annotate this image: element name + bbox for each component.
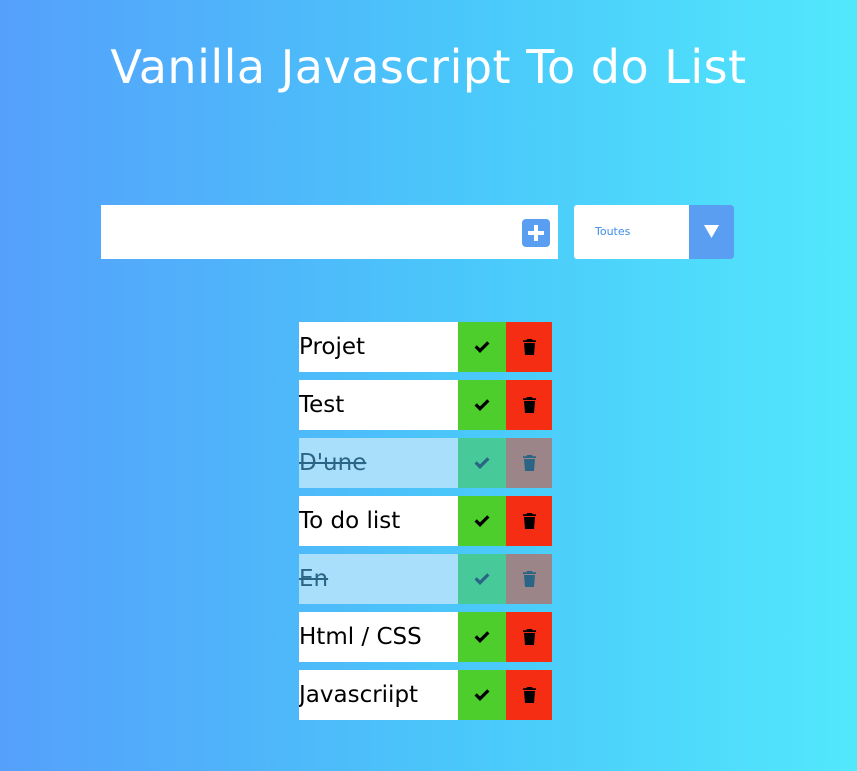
todo-item: Projet — [299, 322, 552, 372]
trash-icon — [522, 513, 536, 529]
delete-button[interactable] — [506, 670, 552, 720]
trash-icon — [522, 397, 536, 413]
plus-icon — [528, 225, 544, 241]
trash-icon — [522, 339, 536, 355]
todo-form: Toutes — [101, 205, 734, 259]
todo-text: Test — [299, 392, 345, 418]
todo-text: En — [299, 566, 329, 592]
filter-select[interactable]: Toutes — [574, 205, 734, 259]
delete-button[interactable] — [506, 554, 552, 604]
check-icon — [474, 573, 490, 585]
trash-icon — [522, 687, 536, 703]
todo-list: Projet Test D'une To do list En Html / C… — [299, 322, 552, 728]
complete-button[interactable] — [458, 554, 506, 604]
todo-text: Projet — [299, 334, 366, 360]
todo-item: To do list — [299, 496, 552, 546]
filter-selected-value: Toutes — [595, 225, 631, 238]
delete-button[interactable] — [506, 322, 552, 372]
trash-icon — [522, 629, 536, 645]
delete-button[interactable] — [506, 496, 552, 546]
trash-icon — [522, 455, 536, 471]
delete-button[interactable] — [506, 612, 552, 662]
check-icon — [474, 689, 490, 701]
todo-item: D'une — [299, 438, 552, 488]
complete-button[interactable] — [458, 496, 506, 546]
todo-item: Html / CSS — [299, 612, 552, 662]
add-todo-button[interactable] — [522, 219, 550, 247]
todo-text: Javascriipt — [299, 682, 419, 708]
todo-item: Javascriipt — [299, 670, 552, 720]
check-icon — [474, 631, 490, 643]
complete-button[interactable] — [458, 612, 506, 662]
todo-item: En — [299, 554, 552, 604]
todo-text: Html / CSS — [299, 624, 422, 650]
todo-input-container — [101, 205, 558, 259]
page-title: Vanilla Javascript To do List — [110, 40, 747, 94]
check-icon — [474, 341, 490, 353]
complete-button[interactable] — [458, 438, 506, 488]
complete-button[interactable] — [458, 380, 506, 430]
check-icon — [474, 457, 490, 469]
todo-text: To do list — [299, 508, 401, 534]
complete-button[interactable] — [458, 670, 506, 720]
check-icon — [474, 515, 490, 527]
delete-button[interactable] — [506, 438, 552, 488]
triangle-down-icon — [704, 225, 719, 238]
complete-button[interactable] — [458, 322, 506, 372]
filter-dropdown-button[interactable] — [689, 205, 734, 259]
todo-input[interactable] — [101, 205, 511, 259]
check-icon — [474, 399, 490, 411]
delete-button[interactable] — [506, 380, 552, 430]
todo-text: D'une — [299, 450, 367, 476]
trash-icon — [522, 571, 536, 587]
todo-item: Test — [299, 380, 552, 430]
